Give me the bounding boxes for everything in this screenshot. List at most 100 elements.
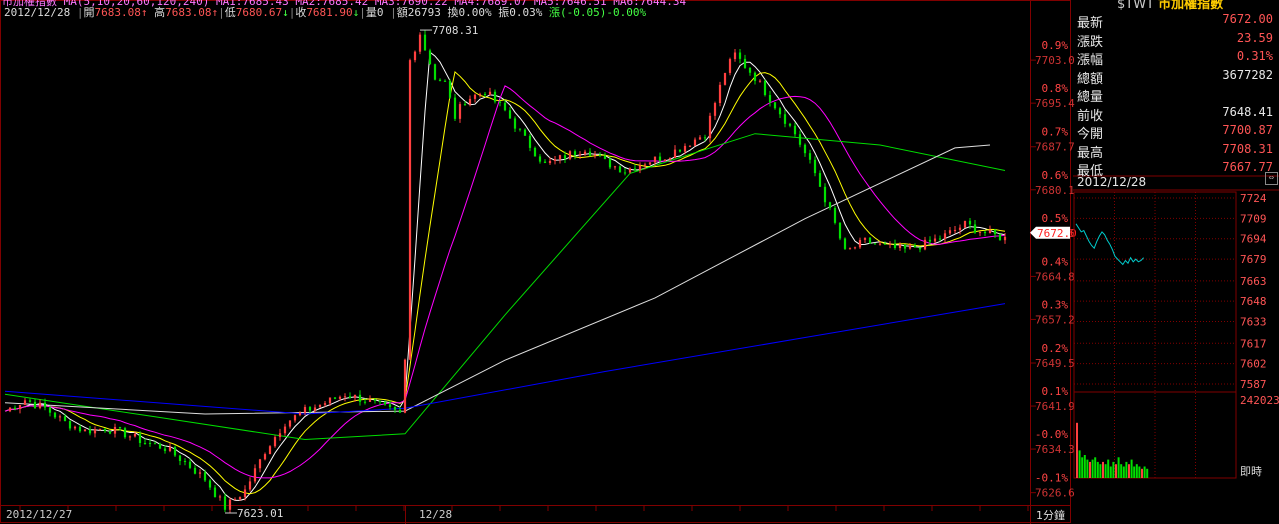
candle-body xyxy=(23,400,27,405)
quote-row-value: 23.59 xyxy=(1236,30,1273,45)
candle-body xyxy=(8,407,12,412)
candle-body xyxy=(293,415,297,421)
quote-row-label: 最新 xyxy=(1077,16,1104,31)
current-price-label: 7672.0 xyxy=(1037,227,1077,240)
candle-body xyxy=(578,154,582,156)
candle-body xyxy=(373,399,377,401)
quote-row-label: 漲跌 xyxy=(1077,34,1104,50)
candle-body xyxy=(833,207,837,223)
candle-body xyxy=(48,407,52,413)
quote-row-value: 0.31% xyxy=(1236,49,1273,63)
candle-body xyxy=(388,404,392,407)
interval-label[interactable]: 1分鐘 xyxy=(1036,509,1065,522)
candle-body xyxy=(738,52,742,59)
candle-body xyxy=(553,159,557,161)
percent-tick-label: 0.5% xyxy=(1042,212,1069,225)
candle-body xyxy=(808,153,812,160)
candle-body xyxy=(153,443,157,445)
candle-body xyxy=(668,158,672,160)
candle-body xyxy=(238,497,242,500)
quote-row-value: 7672.00 xyxy=(1222,12,1273,26)
candle-body xyxy=(318,404,322,408)
candle-body xyxy=(213,487,217,498)
candle-body xyxy=(158,443,162,449)
candle-body xyxy=(283,426,287,434)
ma10-line xyxy=(4,70,1006,495)
header-date: 2012/12/28 xyxy=(4,6,71,19)
price-tick-label: 7634.3 xyxy=(1035,443,1075,456)
candle-body xyxy=(703,137,707,139)
candle-body xyxy=(463,104,467,106)
percent-tick-label: 0.1% xyxy=(1042,385,1069,398)
candle-body xyxy=(408,60,412,360)
quote-row-value: 7700.87 xyxy=(1222,123,1273,137)
candle-body xyxy=(323,403,327,405)
candle-body xyxy=(83,429,87,432)
candle-body xyxy=(623,172,627,174)
quote-row-value: 7708.31 xyxy=(1222,141,1273,156)
ma60-line xyxy=(4,133,1006,441)
candle-body xyxy=(988,229,992,234)
expand-icon[interactable]: ⇔ xyxy=(1265,172,1278,185)
quote-row: 總量 xyxy=(1077,86,1275,105)
candle-body xyxy=(133,433,137,437)
candle-body xyxy=(813,159,817,174)
high-label: 高 xyxy=(154,6,166,19)
candle-body xyxy=(933,238,937,242)
price-tick-label: 7657.2 xyxy=(1035,313,1075,326)
candle-body xyxy=(303,407,307,413)
low-label: 低 xyxy=(224,6,236,19)
candle-body xyxy=(143,442,147,444)
candle-body xyxy=(503,102,507,111)
quote-row-label: 今開 xyxy=(1077,127,1104,142)
candle-body xyxy=(748,67,752,73)
candle-body xyxy=(753,72,757,81)
quote-row-label: 漲幅 xyxy=(1077,53,1104,68)
quote-row-label: 總額 xyxy=(1077,71,1104,87)
candle-body xyxy=(228,499,232,510)
candle-body xyxy=(418,34,422,52)
candle-body xyxy=(73,426,77,429)
candle-body xyxy=(898,244,902,248)
percent-tick-label: 0.2% xyxy=(1042,342,1069,355)
candle-body xyxy=(473,94,477,99)
candle-body xyxy=(78,426,82,432)
extreme-price-label: 7708.31 xyxy=(432,24,478,37)
candle-body xyxy=(543,161,547,163)
amount-value: 額26793 xyxy=(396,6,441,19)
date-label-2: 12/28 xyxy=(419,508,453,521)
candle-body xyxy=(458,104,462,119)
date-label-1: 2012/12/27 xyxy=(6,508,73,521)
candle-body xyxy=(848,248,852,250)
candle-body xyxy=(253,468,257,482)
candle-body xyxy=(618,166,622,173)
candle-body xyxy=(658,156,662,162)
candle-body xyxy=(278,433,282,438)
candle-body xyxy=(413,51,417,61)
quote-title: $TWT 市加權指數 xyxy=(1117,0,1223,12)
candle-body xyxy=(328,397,332,404)
candle-body xyxy=(783,114,787,124)
candle-body xyxy=(873,243,877,245)
candle-body xyxy=(148,443,152,445)
candle-body xyxy=(938,238,942,240)
candle-body xyxy=(248,481,252,490)
candle-body xyxy=(573,151,577,156)
candle-body xyxy=(173,447,177,456)
quote-row: 最新 7672.00 xyxy=(1077,12,1275,31)
candle-body xyxy=(758,80,762,82)
candle-body xyxy=(138,433,142,443)
candle-body xyxy=(358,394,362,402)
amplitude-value: 振0.03% xyxy=(498,6,543,19)
candle-body xyxy=(908,245,912,249)
quote-row: 總額 3677282 xyxy=(1077,68,1275,87)
candle-body xyxy=(723,72,727,85)
candle-body xyxy=(823,186,827,203)
candle-body xyxy=(828,202,832,208)
candle-body xyxy=(903,244,907,249)
candle-body xyxy=(483,93,487,95)
candle-body xyxy=(453,97,457,119)
candle-body xyxy=(448,81,452,98)
candle-body xyxy=(333,397,337,399)
candle-body xyxy=(348,396,352,398)
